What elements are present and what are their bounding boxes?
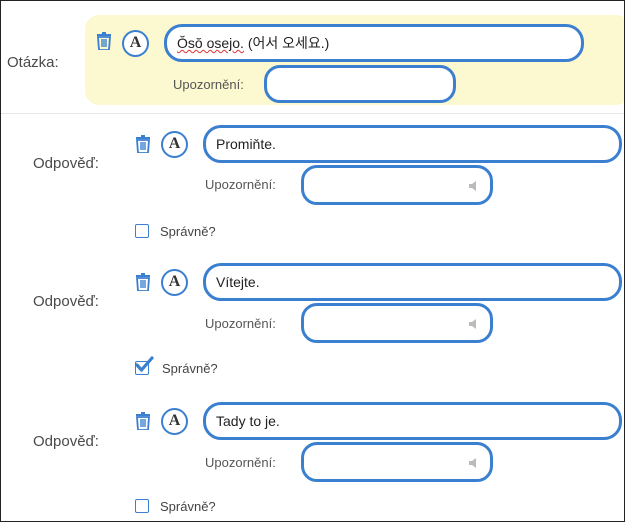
trash-icon[interactable]: [135, 412, 151, 430]
font-toggle-button[interactable]: A: [161, 131, 188, 158]
font-toggle-button[interactable]: A: [161, 408, 188, 435]
question-note-field[interactable]: [264, 65, 456, 103]
correct-label: Správně?: [160, 499, 216, 514]
font-toggle-button[interactable]: A: [122, 30, 149, 57]
answer-label: Odpověď:: [33, 155, 99, 172]
letter-a-icon: A: [168, 135, 181, 152]
answer-note-field[interactable]: [301, 442, 493, 482]
answer-text-field[interactable]: Tady to je.: [203, 402, 622, 440]
correct-label: Správně?: [160, 224, 216, 239]
speaker-icon[interactable]: [468, 181, 478, 191]
answer-text-field[interactable]: Promiňte.: [203, 125, 622, 163]
question-note-label: Upozornění:: [173, 77, 244, 92]
answer-note-field[interactable]: [301, 303, 493, 343]
answer-label: Odpověď:: [33, 433, 99, 450]
correct-checkbox[interactable]: [135, 224, 149, 238]
answer-note-label: Upozornění:: [205, 455, 276, 470]
correct-checkbox[interactable]: [135, 499, 149, 513]
checkmark-icon: [135, 356, 154, 372]
question-text-field[interactable]: Ŏsŏ osejo. (어서 오세요.): [164, 24, 584, 62]
letter-a-icon: A: [129, 34, 142, 51]
question-label: Otázka:: [7, 54, 59, 71]
answer-note-field[interactable]: [301, 165, 493, 205]
answer-label: Odpověď:: [33, 293, 99, 310]
answer-note-label: Upozornění:: [205, 177, 276, 192]
correct-label: Správně?: [162, 361, 218, 376]
trash-icon[interactable]: [96, 32, 112, 50]
answer-text-field[interactable]: Vítejte.: [203, 263, 622, 301]
quiz-editor: Otázka: A Ŏsŏ osejo. (어서 오세요.) Upozorněn…: [0, 0, 625, 522]
letter-a-icon: A: [168, 273, 181, 290]
answer-note-label: Upozornění:: [205, 316, 276, 331]
font-toggle-button[interactable]: A: [161, 269, 188, 296]
question-romanized-text: Ŏsŏ osejo.: [177, 35, 244, 51]
trash-icon[interactable]: [135, 273, 151, 291]
speaker-icon[interactable]: [468, 458, 478, 468]
speaker-icon[interactable]: [468, 319, 478, 329]
letter-a-icon: A: [168, 412, 181, 429]
trash-icon[interactable]: [135, 135, 151, 153]
question-row: Otázka: A Ŏsŏ osejo. (어서 오세요.) Upozorněn…: [1, 1, 624, 114]
question-korean-text: (어서 오세요.): [243, 35, 330, 51]
